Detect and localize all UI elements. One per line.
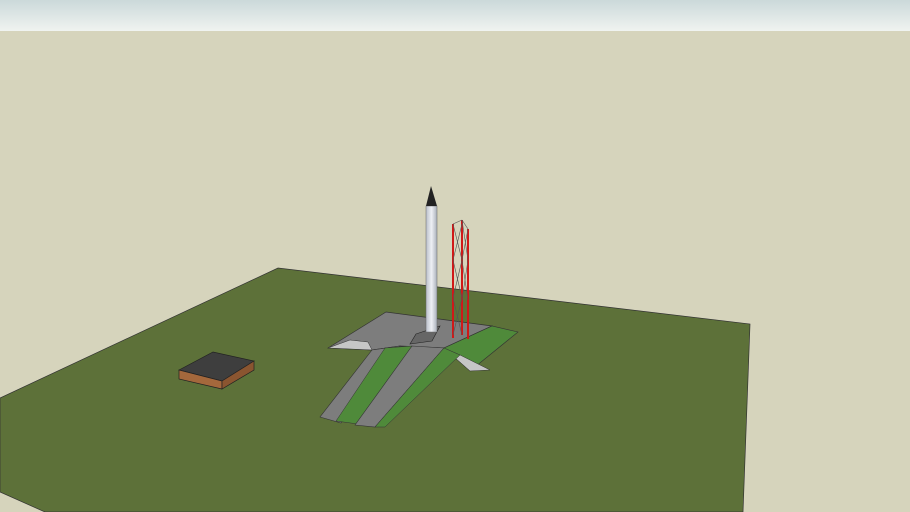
sky-band	[0, 0, 910, 31]
rocket	[425, 186, 438, 333]
3d-viewport[interactable]	[0, 0, 910, 512]
